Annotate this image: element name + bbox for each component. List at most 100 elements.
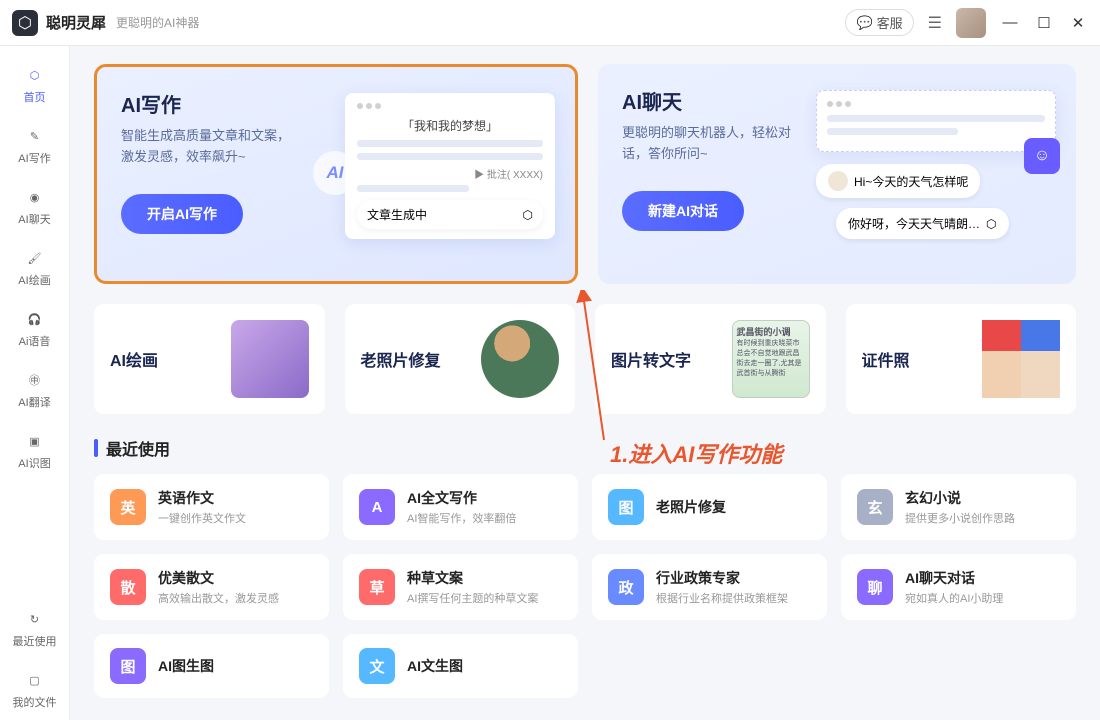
hero-card-writing[interactable]: AI写作 智能生成高质量文章和文案，激发灵感，效率飙升~ 开启AI写作 AI 「… [94,64,578,284]
recent-icon: 政 [608,569,644,605]
customer-service-button[interactable]: 💬 客服 [845,9,913,36]
translate-icon: ㊥ [24,369,46,391]
kefu-label: 客服 [877,13,903,32]
doc-title: 武昌街的小调 [737,325,805,338]
feature-card-ocr[interactable]: 图片转文字 武昌街的小调 有时候到重庆晓菜市总会不自觉地跟武昌街去走一圈了,尤其… [595,304,826,414]
recent-card[interactable]: 文 AI文生图 [343,634,578,698]
scan-icon: ▣ [24,430,46,452]
brush-icon: 🖌 [24,247,46,269]
sidebar-item-label: AI绘画 [18,272,50,288]
recent-icon: 聊 [857,569,893,605]
folder-icon: ▢ [24,669,46,691]
hero-card-chat[interactable]: AI聊天 更聪明的聊天机器人，轻松对话，答你所问~ 新建AI对话 ☺ Hi~今天… [598,64,1076,284]
home-icon: ⬡ [24,64,46,86]
sidebar-item-label: Ai语音 [19,333,51,349]
main-content: AI写作 智能生成高质量文章和文案，激发灵感，效率飙升~ 开启AI写作 AI 「… [70,46,1100,720]
sidebar-item-chat[interactable]: ◉ AI聊天 [0,176,69,237]
feature-thumb [481,320,559,398]
recent-sub: 宛如真人的AI小助理 [905,590,1003,606]
chat-bubble-bot: Hi~今天的天气怎样呢 [816,164,980,198]
feature-thumb [231,320,309,398]
sidebar: ⬡ 首页 ✎ AI写作 ◉ AI聊天 🖌 AI绘画 🎧 Ai语音 ㊥ AI翻译 … [0,46,70,720]
recent-card[interactable]: A AI全文写作 AI智能写作，效率翻倍 [343,474,578,540]
recent-card[interactable]: 玄 玄幻小说 提供更多小说创作思路 [841,474,1076,540]
sidebar-item-voice[interactable]: 🎧 Ai语音 [0,298,69,359]
section-title: 最近使用 [106,436,170,460]
new-chat-button[interactable]: 新建AI对话 [622,191,744,231]
recent-title: 种草文案 [407,568,538,588]
generating-label: 文章生成中 [367,206,427,223]
chat-badge-icon: ☺ [1024,138,1060,174]
feather-icon: ✎ [24,125,46,147]
sidebar-item-label: AI翻译 [18,394,50,410]
feature-card-draw[interactable]: AI绘画 [94,304,325,414]
recent-title: AI图生图 [158,656,214,676]
hero-desc: 更聪明的聊天机器人，轻松对话，答你所问~ [622,123,802,165]
minimize-button[interactable]: — [1000,14,1020,31]
writing-preview: AI 「我和我的梦想」 ▶ 批注( XXXX) 文章生成中 ⬡ [345,93,555,239]
feature-thumb: 武昌街的小调 有时候到重庆晓菜市总会不自觉地跟武昌街去走一圈了,尤其是武首街与从… [732,320,810,398]
recent-title: 行业政策专家 [656,568,788,588]
sidebar-item-draw[interactable]: 🖌 AI绘画 [0,237,69,298]
headphone-icon: 🎧 [24,308,46,330]
clock-icon: ↻ [24,608,46,630]
chat-bubble-icon: ◉ [24,186,46,208]
ai-badge-icon: AI [313,151,357,195]
recent-icon: 玄 [857,489,893,525]
doc-body: 有时候到重庆晓菜市总会不自觉地跟武昌街去走一圈了,尤其是武首街与从腾街 [737,338,805,378]
recent-sub: 一键创作英文作文 [158,510,246,526]
sidebar-item-translate[interactable]: ㊥ AI翻译 [0,359,69,420]
sidebar-item-image-rec[interactable]: ▣ AI识图 [0,420,69,481]
sidebar-item-files[interactable]: ▢ 我的文件 [0,659,69,720]
sidebar-item-home[interactable]: ⬡ 首页 [0,54,69,115]
recent-card[interactable]: 聊 AI聊天对话 宛如真人的AI小助理 [841,554,1076,620]
start-writing-button[interactable]: 开启AI写作 [121,194,243,234]
recent-card[interactable]: 图 AI图生图 [94,634,329,698]
recent-icon: A [359,489,395,525]
recent-title: AI聊天对话 [905,568,1003,588]
recent-title: AI文生图 [407,656,463,676]
recent-card[interactable]: 草 种草文案 AI撰写任何主题的种草文案 [343,554,578,620]
recent-icon: 草 [359,569,395,605]
recent-card[interactable]: 图 老照片修复 [592,474,827,540]
sidebar-item-label: 我的文件 [13,694,57,710]
recent-card[interactable]: 政 行业政策专家 根据行业名称提供政策框架 [592,554,827,620]
recent-title: 优美散文 [158,568,279,588]
user-avatar[interactable] [956,8,986,38]
recent-sub: 根据行业名称提供政策框架 [656,590,788,606]
recent-icon: 图 [608,489,644,525]
section-heading-recent: 最近使用 [94,436,1076,460]
feature-card-restore[interactable]: 老照片修复 [345,304,576,414]
recent-icon: 散 [110,569,146,605]
feature-title: 图片转文字 [611,347,691,371]
recent-card[interactable]: 英 英语作文 一键创作英文作文 [94,474,329,540]
recent-title: 英语作文 [158,488,246,508]
sidebar-item-writing[interactable]: ✎ AI写作 [0,115,69,176]
app-name: 聪明灵犀 [46,12,106,33]
maximize-button[interactable]: ☐ [1034,14,1054,32]
chat-text: 你好呀，今天天气晴朗… [848,215,980,232]
preview-doc-title: 「我和我的梦想」 [357,117,543,134]
sidebar-item-label: AI聊天 [18,211,50,227]
recent-icon: 英 [110,489,146,525]
chat-icon: 💬 [856,15,872,31]
recent-title: AI全文写作 [407,488,516,508]
recent-icon: 图 [110,648,146,684]
sidebar-item-label: AI识图 [18,455,50,471]
menu-icon[interactable]: ☰ [928,13,942,33]
app-subtitle: 更聪明的AI神器 [116,14,199,31]
bot-avatar-icon [828,171,848,191]
feature-card-idphoto[interactable]: 证件照 [846,304,1077,414]
sidebar-item-recent[interactable]: ↻ 最近使用 [0,598,69,659]
close-button[interactable]: ✕ [1068,14,1088,32]
recent-sub: AI撰写任何主题的种草文案 [407,590,538,606]
chat-text: Hi~今天的天气怎样呢 [854,173,968,190]
recent-grid: 英 英语作文 一键创作英文作文 A AI全文写作 AI智能写作，效率翻倍 图 老… [94,474,1076,698]
titlebar: ⬡ 聪明灵犀 更聪明的AI神器 💬 客服 ☰ — ☐ ✕ [0,0,1100,46]
recent-title: 玄幻小说 [905,488,1015,508]
annotation-note: ▶ 批注( XXXX) [357,166,543,181]
recent-icon: 文 [359,648,395,684]
sidebar-item-label: 最近使用 [13,633,57,649]
feature-title: 老照片修复 [361,347,441,371]
recent-card[interactable]: 散 优美散文 高效输出散文，激发灵感 [94,554,329,620]
